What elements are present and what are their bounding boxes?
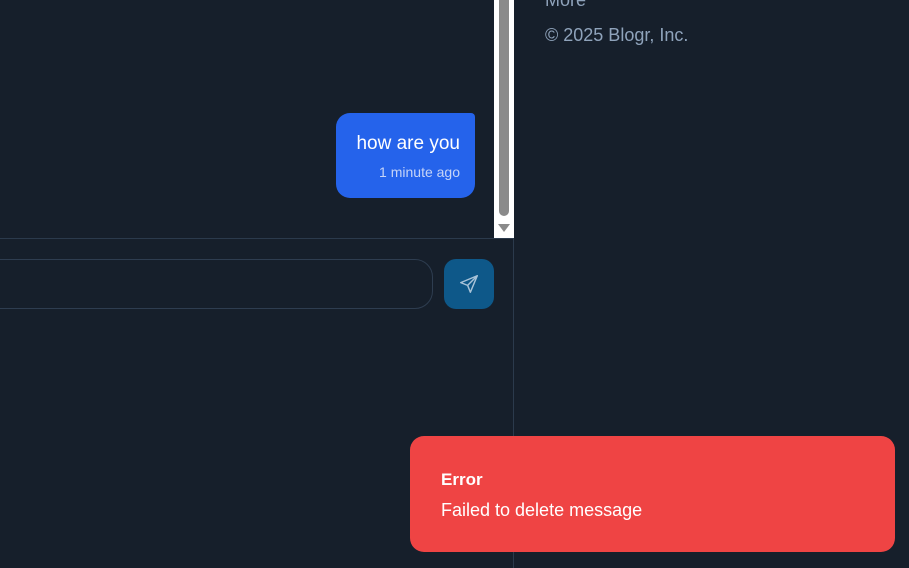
toast-message: Failed to delete message xyxy=(441,500,643,520)
app-root: how are you 1 minute ago More © 2025 Blo… xyxy=(0,0,909,568)
message-input[interactable] xyxy=(0,259,433,309)
scroll-down-arrow-icon[interactable] xyxy=(498,224,510,232)
message-timestamp: 1 minute ago xyxy=(379,164,460,180)
scrollbar-thumb[interactable] xyxy=(499,0,509,216)
more-link[interactable]: More xyxy=(545,0,586,12)
error-toast[interactable]: Error Failed to delete message xyxy=(410,436,895,552)
send-icon xyxy=(460,275,478,293)
message-text: how are you xyxy=(356,133,460,154)
copyright-text: © 2025 Blogr, Inc. xyxy=(545,25,689,45)
message-list-scrollbar[interactable] xyxy=(494,0,514,238)
toast-title: Error xyxy=(441,470,483,489)
send-button[interactable] xyxy=(444,259,494,309)
composer-divider xyxy=(0,238,514,239)
message-bubble-sent[interactable]: how are you 1 minute ago xyxy=(336,113,475,198)
message-list[interactable]: how are you 1 minute ago xyxy=(0,0,494,238)
